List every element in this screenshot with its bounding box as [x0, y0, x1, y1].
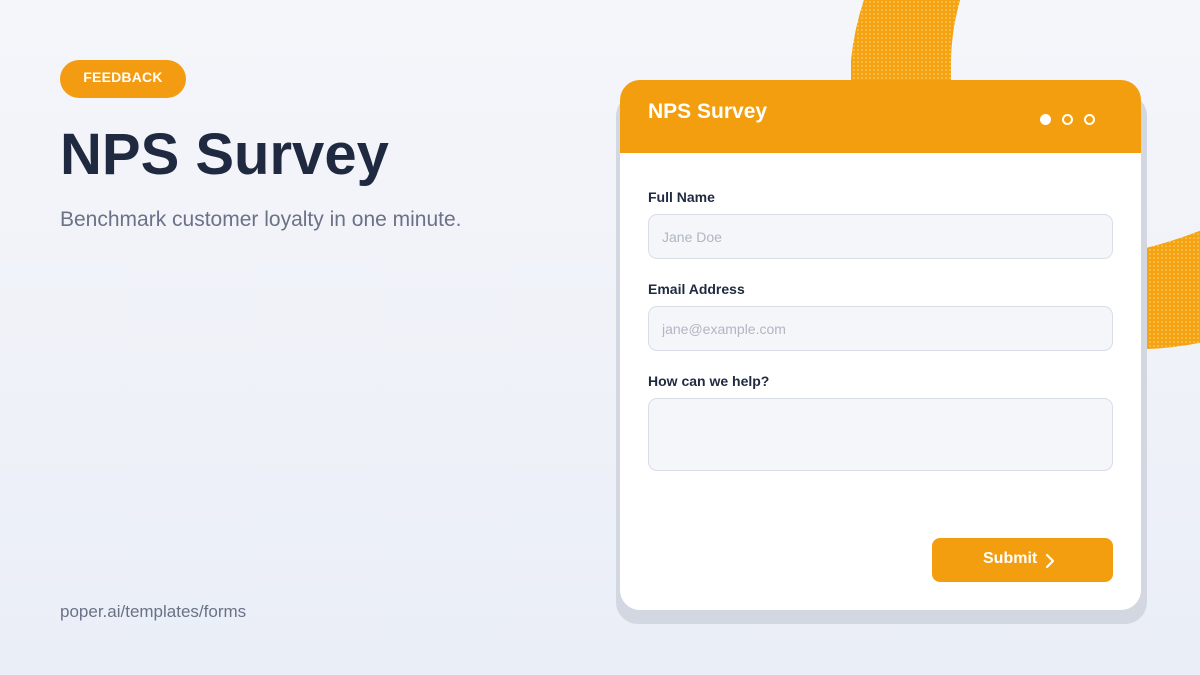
chevron-right-icon — [1045, 553, 1055, 569]
survey-form-card: NPS Survey Full Name Email Address How c… — [620, 80, 1141, 610]
template-link[interactable]: poper.ai/templates/forms — [60, 601, 246, 623]
step-indicator-dot-3 — [1084, 114, 1095, 125]
form-title: NPS Survey — [648, 100, 768, 123]
submit-button[interactable]: Submit — [932, 538, 1113, 582]
submit-button-label: Submit — [983, 550, 1038, 567]
email-address-label: Email Address — [648, 281, 745, 297]
step-indicator-dot-2 — [1062, 114, 1073, 125]
full-name-label: Full Name — [648, 189, 715, 205]
help-message-textarea[interactable] — [648, 398, 1113, 471]
help-message-label: How can we help? — [648, 373, 770, 389]
email-address-input[interactable] — [648, 306, 1113, 351]
feedback-badge: FEEDBACK — [60, 60, 186, 98]
decorative-arc-top — [851, 0, 961, 80]
form-header: NPS Survey — [620, 80, 1141, 153]
full-name-input[interactable] — [648, 214, 1113, 259]
page-title: NPS Survey — [60, 122, 389, 187]
page-subtitle: Benchmark customer loyalty in one minute… — [60, 208, 462, 231]
step-indicator-dot-1 — [1040, 114, 1051, 125]
decorative-arc-right — [1146, 230, 1200, 349]
